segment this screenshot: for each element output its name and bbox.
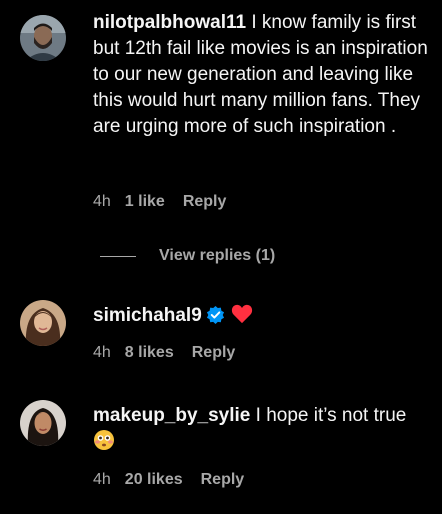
- view-replies-label: View replies (1): [159, 247, 276, 264]
- comment-likes-count[interactable]: 20 likes: [125, 471, 183, 489]
- reply-button[interactable]: Reply: [201, 471, 245, 489]
- flushed-face-icon: [93, 429, 115, 459]
- comment-meta: 4h 20 likes Reply: [93, 471, 244, 489]
- avatar[interactable]: [20, 15, 66, 61]
- comment-text: nilotpalbhowal11 I know family is first …: [93, 10, 432, 140]
- comment-text: simichahal9: [93, 303, 432, 332]
- comment-timestamp: 4h: [93, 471, 111, 488]
- divider-line: [100, 255, 136, 257]
- reply-button[interactable]: Reply: [192, 344, 236, 362]
- comment-timestamp: 4h: [93, 344, 111, 361]
- comment-likes-count[interactable]: 8 likes: [125, 344, 174, 362]
- comment-text: makeup_by_sylie I hope it’s not true: [93, 403, 432, 459]
- reply-button[interactable]: Reply: [183, 193, 227, 211]
- verified-badge-icon: [206, 305, 225, 332]
- bearded-man-avatar-icon: [20, 15, 66, 61]
- comment-meta: 4h 8 likes Reply: [93, 344, 235, 362]
- comment-message: I hope it’s not true: [250, 405, 407, 426]
- avatar[interactable]: [20, 300, 66, 346]
- red-heart-icon: [231, 304, 253, 332]
- comment-username[interactable]: simichahal9: [93, 305, 202, 326]
- comment-body: simichahal9: [93, 303, 432, 332]
- comment-body: makeup_by_sylie I hope it’s not true: [93, 403, 432, 459]
- comment-username[interactable]: makeup_by_sylie: [93, 405, 250, 426]
- comment-body: nilotpalbhowal11 I know family is first …: [93, 10, 432, 140]
- woman-avatar-icon: [20, 300, 66, 346]
- woman-avatar-dark-hair-icon: [20, 400, 66, 446]
- comment-meta: 4h 1 like Reply: [93, 193, 226, 211]
- comment-likes-count[interactable]: 1 like: [125, 193, 165, 211]
- comment-username[interactable]: nilotpalbhowal11: [93, 12, 246, 33]
- avatar[interactable]: [20, 400, 66, 446]
- comment-timestamp: 4h: [93, 193, 111, 210]
- view-replies-button[interactable]: View replies (1): [100, 245, 275, 267]
